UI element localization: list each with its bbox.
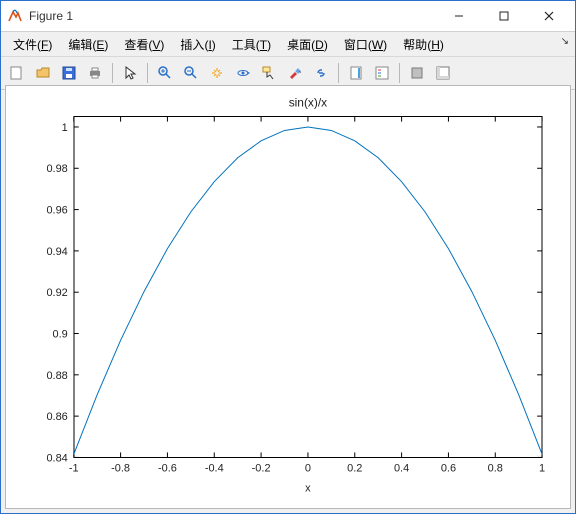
y-tick-label: 0.88 <box>46 370 67 382</box>
menubar: 文件(F) 编辑(E) 查看(V) 插入(I) 工具(T) 桌面(D) 窗口(W… <box>1 32 575 57</box>
figure-window: Figure 1 文件(F) 编辑(E) 查看(V) 插入(I) 工具(T) 桌… <box>0 0 576 514</box>
toolbar-separator <box>338 63 339 83</box>
y-tick-label: 0.92 <box>46 287 67 299</box>
menu-file[interactable]: 文件(F) <box>5 34 60 55</box>
pan-button[interactable] <box>205 61 229 85</box>
minimize-button[interactable] <box>436 2 481 31</box>
new-figure-button[interactable] <box>5 61 29 85</box>
x-tick-label: 0.6 <box>441 462 456 474</box>
zoom-in-button[interactable] <box>153 61 177 85</box>
y-tick-label: 0.96 <box>46 205 67 217</box>
menu-view[interactable]: 查看(V) <box>116 34 172 55</box>
x-tick-label: 0.4 <box>394 462 409 474</box>
y-tick-label: 0.86 <box>46 411 67 423</box>
toolbar-separator <box>112 63 113 83</box>
x-tick-label: -0.4 <box>205 462 224 474</box>
pointer-button[interactable] <box>118 61 142 85</box>
x-tick-label: -0.2 <box>252 462 271 474</box>
hide-plot-tools-button[interactable] <box>405 61 429 85</box>
titlebar: Figure 1 <box>1 1 575 32</box>
axes-title: sin(x)/x <box>289 96 327 110</box>
toolbar-separator <box>147 63 148 83</box>
figure-canvas[interactable]: -1 -0.8 -0.6 -0.4 -0.2 0 0.2 0.4 0.6 0.8 1 0.84 0.86… <box>5 85 571 509</box>
print-button[interactable] <box>83 61 107 85</box>
toolbar-separator <box>399 63 400 83</box>
axes[interactable]: -1 -0.8 -0.6 -0.4 -0.2 0 0.2 0.4 0.6 0.8 1 0.84 0.86… <box>6 86 570 508</box>
menu-tools[interactable]: 工具(T) <box>224 34 279 55</box>
menu-window[interactable]: 窗口(W) <box>336 34 395 55</box>
menu-desktop[interactable]: 桌面(D) <box>279 34 336 55</box>
menu-insert[interactable]: 插入(I) <box>172 34 223 55</box>
y-tick-label: 1 <box>62 122 68 134</box>
maximize-button[interactable] <box>481 2 526 31</box>
datacursor-button[interactable] <box>257 61 281 85</box>
y-tick-label: 0.9 <box>53 328 68 340</box>
menu-overflow-icon[interactable]: ↘ <box>561 36 569 47</box>
x-tick-label: 1 <box>539 462 545 474</box>
y-tick-label: 0.98 <box>46 163 67 175</box>
open-button[interactable] <box>31 61 55 85</box>
zoom-out-button[interactable] <box>179 61 203 85</box>
rotate3d-button[interactable] <box>231 61 255 85</box>
axes-box <box>74 117 542 458</box>
y-tick-label: 0.94 <box>46 246 67 258</box>
save-button[interactable] <box>57 61 81 85</box>
x-tick-label: -0.6 <box>158 462 177 474</box>
x-axis-label: x <box>305 482 311 494</box>
show-plot-tools-button[interactable] <box>431 61 455 85</box>
menu-help[interactable]: 帮助(H) <box>395 34 452 55</box>
insert-colorbar-button[interactable] <box>344 61 368 85</box>
close-button[interactable] <box>526 2 571 31</box>
window-title: Figure 1 <box>29 9 73 23</box>
menu-edit[interactable]: 编辑(E) <box>60 34 116 55</box>
matlab-icon <box>7 8 23 24</box>
x-tick-label: -0.8 <box>111 462 130 474</box>
x-tick-label: 0.8 <box>488 462 503 474</box>
link-button[interactable] <box>309 61 333 85</box>
x-tick-label: 0.2 <box>347 462 362 474</box>
x-tick-label: -1 <box>69 462 79 474</box>
y-tick-label: 0.84 <box>46 452 67 464</box>
brush-button[interactable] <box>283 61 307 85</box>
insert-legend-button[interactable] <box>370 61 394 85</box>
x-tick-label: 0 <box>305 462 311 474</box>
